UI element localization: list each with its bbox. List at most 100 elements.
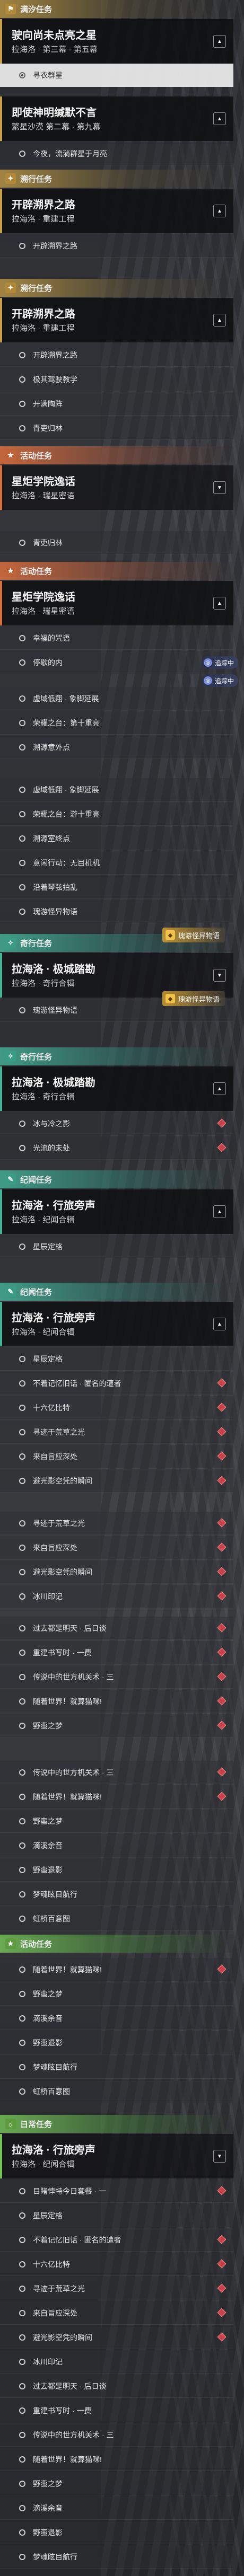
quest-objective-row[interactable]: 寻迹于荒草之光 (0, 2277, 233, 2300)
quest-objective-row[interactable]: 十六亿比特 (0, 1396, 233, 1419)
expand-icon[interactable]: ▼ (213, 2150, 226, 2163)
quest-card[interactable]: 星炬学院逸话 拉海洛 · 瑞星密语 ▲ (0, 581, 233, 625)
quest-objective-row[interactable]: 野蛮之梦 (0, 1714, 233, 1737)
quest-objective-row[interactable]: 野蛮之梦 (0, 1810, 233, 1833)
quest-objective-row[interactable]: 传说中的世方机关术 · 三 (0, 1665, 233, 1689)
quest-objective-row[interactable]: 野蛮之梦 (0, 2472, 233, 2495)
quest-objective-row[interactable]: 来自旨应深处 (0, 1536, 233, 1559)
quest-objective-row[interactable]: 梦魂眩目航行 (0, 1883, 233, 1906)
quest-objective-row[interactable]: 滴溪余音 (0, 2007, 233, 2030)
quest-objective-row[interactable]: 重建书写时 · 一费 (0, 1641, 233, 1664)
quest-card[interactable]: 拉海洛 · 行旅旁声 拉海洛 · 纪闻合辑 ▲ (0, 1189, 233, 1234)
quest-card[interactable]: 拉海洛 · 极城踏勘 拉海洛 · 奇行合辑 ▲ (0, 1066, 233, 1111)
quest-objective-row[interactable]: 冰川印记 (0, 2350, 233, 2374)
radio-icon (19, 2285, 25, 2292)
quest-objective-row[interactable]: 野蛮退影 (0, 2521, 233, 2544)
quest-card[interactable]: 驶向尚未点亮之星 拉海洛 · 第三幕 · 第五幕 ▲ (0, 19, 233, 64)
tracking-badge[interactable]: ◎ 追踪中 (202, 674, 239, 687)
quest-objective-row[interactable]: 今夜，流淌群星于月亮 (0, 142, 233, 165)
quest-objective-row[interactable]: 寻衣群星 (0, 64, 233, 87)
quest-objective-row[interactable]: 虹桥百意图 (0, 1907, 233, 1930)
quest-objective-row[interactable]: 沿着琴弦拍乱 (0, 876, 233, 899)
quest-card[interactable]: 星炬学院逸话 拉海洛 · 瑞星密语 ▼ (0, 465, 233, 510)
quest-objective-row[interactable]: 十六亿比特 (0, 2253, 233, 2276)
quest-objective-row[interactable]: 随着世界！就算猫咪! (0, 1690, 233, 1713)
quest-objective-row[interactable]: 寻迹于荒草之光 (0, 1512, 233, 1535)
quest-objective-row[interactable]: 开辟溯界之路 (0, 234, 233, 258)
quest-objective-row[interactable]: 随着世界！就算猫咪! (0, 1958, 233, 1981)
quest-objective-row[interactable]: 寻迹于荒草之光 (0, 1421, 233, 1444)
quest-objective-row[interactable]: 梦魂眩目航行 (0, 2545, 233, 2569)
quest-objective-row[interactable]: 溯源意外点 (0, 736, 233, 759)
quest-objective-row[interactable]: 光流的未处 (0, 1136, 233, 1160)
quest-objective-row[interactable]: 滴溪余音 (0, 1834, 233, 1857)
event-chip[interactable]: ◆ 瑰游怪异物语 (162, 928, 225, 942)
collapse-icon[interactable]: ▲ (213, 314, 226, 327)
quest-objective-row[interactable]: 开辟溯界之路 (0, 343, 233, 367)
quest-objective-row[interactable]: 虹桥百意图 (0, 2080, 233, 2103)
radio-icon (19, 659, 25, 666)
quest-objective-row[interactable]: 梦魂眩目航行 (0, 2055, 233, 2079)
quest-objective-row[interactable]: 来自旨应深处 (0, 2301, 233, 2325)
quest-objective-row[interactable]: 滴溪余音 (0, 2496, 233, 2520)
quest-objective-row[interactable]: 避光影空凭的瞬间 (0, 2326, 233, 2349)
quest-card[interactable]: 开辟溯界之路 拉海洛 · 重建工程 ▲ (0, 189, 233, 233)
expand-icon[interactable]: ▼ (213, 481, 226, 494)
quest-objective-row[interactable]: 星辰定格 (0, 1347, 233, 1371)
quest-objective-row[interactable]: 虚域低翔 · 象脚延展 (0, 687, 233, 710)
quest-objective-row[interactable]: 野蛮退影 (0, 1858, 233, 1882)
quest-card[interactable]: 即使神明缄默不言 繁星沙漠 第二幕 · 第九幕 ▲ (0, 96, 233, 141)
quest-title: 拉海洛 · 极城踏勘 (12, 1077, 95, 1089)
quest-objective-row[interactable]: 过去都是明天 · 后日谈 (0, 1617, 233, 1640)
quest-objective-row[interactable]: 过去都是明天 · 后日谈 (0, 2375, 233, 2398)
quest-objective-row[interactable]: 极其驾驶教学 (0, 368, 233, 391)
objective-label: 过去都是明天 · 后日谈 (33, 1624, 107, 1633)
tracking-badge[interactable]: ◎ 追踪中 (202, 656, 239, 669)
quest-objective-row[interactable]: 冰川印记 (0, 1585, 233, 1608)
quest-objective-row[interactable]: 来自旨应深处 (0, 1445, 233, 1468)
quest-objective-row[interactable]: 野蛮之梦 (0, 1982, 233, 2006)
quest-objective-row[interactable]: 传说中的世方机关术 · 三 (0, 1761, 233, 1784)
quest-objective-row[interactable]: 幸福的咒语 (0, 627, 233, 650)
collapse-icon[interactable]: ▲ (213, 1205, 226, 1218)
quest-objective-row[interactable]: 荣耀之台：第十重亮 (0, 711, 233, 735)
collapse-icon[interactable]: ▲ (213, 1082, 226, 1095)
collapse-icon[interactable]: ▲ (213, 35, 226, 48)
quest-objective-row[interactable]: 溯源室终点 (0, 827, 233, 850)
objective-label: 野蛮之梦 (33, 1989, 63, 1998)
collapse-icon[interactable]: ▲ (213, 1318, 226, 1330)
quest-objective-row[interactable]: 重建书写时 · 一费 (0, 2399, 233, 2422)
collapse-icon[interactable]: ▲ (213, 112, 226, 125)
quest-objective-row[interactable]: 星辰定格 (0, 1235, 233, 1258)
quest-objective-row[interactable]: 意闲行动：无目机机 (0, 851, 233, 875)
quest-objective-row[interactable]: 传说中的世方机关术 · 三 (0, 2423, 233, 2447)
category-icon: ☼ (5, 2119, 16, 2129)
quest-objective-row[interactable]: 目睹悖特今日套餐 · 一 (0, 2180, 233, 2203)
quest-objective-row[interactable]: 不着记忆旧话 · 匿名的遭者 (0, 2228, 233, 2252)
quest-objective-row[interactable]: 野蛮退影 (0, 2031, 233, 2054)
quest-card[interactable]: 开辟溯界之路 拉海洛 · 重建工程 ▲ (0, 298, 233, 342)
quest-objective-row[interactable]: 青吏归林 (0, 417, 233, 440)
quest-card[interactable]: 拉海洛 · 行旅旁声 拉海洛 · 纪闻合辑 ▼ (0, 2134, 233, 2178)
category-icon: ★ (5, 450, 16, 461)
quest-objective-row[interactable]: 冰与冷之影 (0, 1112, 233, 1135)
quest-objective-row[interactable]: 随着世界！就算猫咪! (0, 2448, 233, 2471)
quest-objective-row[interactable]: 星辰定格 (0, 2204, 233, 2227)
radio-icon (19, 884, 25, 890)
quest-objective-row[interactable]: 虚域低翔 · 象脚延展 (0, 778, 233, 801)
expand-icon[interactable]: ▼ (213, 969, 226, 982)
collapse-icon[interactable]: ▲ (213, 205, 226, 217)
quest-objective-row[interactable]: 避光影空凭的瞬间 (0, 1560, 233, 1584)
collapse-icon[interactable]: ▲ (213, 597, 226, 610)
quest-objective-row[interactable]: 不着记忆旧话 · 匿名的遭者 (0, 1372, 233, 1395)
quest-objective-row[interactable]: 开满陶阵 (0, 392, 233, 416)
event-chip[interactable]: ◆ 瑰游怪异物语 (162, 991, 225, 1006)
quest-card[interactable]: 拉海洛 · 行旅旁声 拉海洛 · 纪闻合辑 ▲ (0, 1302, 233, 1346)
quest-objective-row[interactable]: 瑰游怪异物语 (0, 900, 233, 923)
radio-icon (19, 1625, 25, 1631)
quest-objective-row[interactable]: 荣耀之台：游十重亮 (0, 802, 233, 826)
quest-objective-row[interactable]: 青吏归林 (0, 531, 233, 554)
quest-objective-row[interactable]: 避光影空凭的瞬间 (0, 1469, 233, 1493)
quest-objective-row[interactable]: 停歇的内 (0, 651, 233, 674)
quest-objective-row[interactable]: 随着世界！就算猫咪! (0, 1785, 233, 1809)
